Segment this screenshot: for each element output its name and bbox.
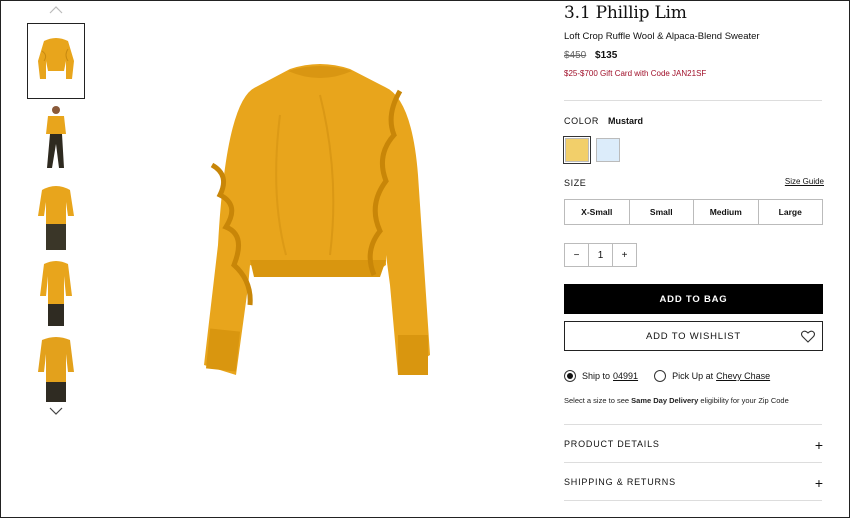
product-main-image[interactable] bbox=[190, 55, 450, 385]
thumbnail-3[interactable] bbox=[28, 180, 84, 250]
plus-icon[interactable]: + bbox=[815, 475, 823, 491]
size-selector: X-Small Small Medium Large bbox=[564, 199, 823, 225]
size-option-large[interactable]: Large bbox=[759, 200, 823, 224]
color-label: COLOR bbox=[564, 116, 600, 126]
divider bbox=[564, 424, 822, 425]
wishlist-label: ADD TO WISHLIST bbox=[645, 330, 742, 342]
quantity-input[interactable]: 1 bbox=[588, 244, 613, 266]
color-label-row: COLOR Mustard bbox=[564, 116, 643, 126]
product-name: Loft Crop Ruffle Wool & Alpaca-Blend Swe… bbox=[564, 31, 760, 42]
size-label: SIZE bbox=[564, 178, 587, 188]
divider bbox=[564, 462, 822, 463]
product-details-accordion[interactable]: PRODUCT DETAILS + bbox=[564, 437, 823, 453]
color-swatch-light-blue[interactable] bbox=[596, 138, 620, 162]
promo-text: $25-$700 Gift Card with Code JAN21SF bbox=[564, 69, 707, 78]
selected-color: Mustard bbox=[608, 116, 644, 126]
thumbnail-4[interactable] bbox=[28, 256, 84, 326]
divider bbox=[564, 500, 822, 501]
size-option-medium[interactable]: Medium bbox=[694, 200, 759, 224]
size-option-small[interactable]: Small bbox=[630, 200, 694, 224]
sdd-suffix: eligibility for your Zip Code bbox=[700, 396, 789, 405]
thumbnail-list bbox=[27, 23, 85, 408]
color-swatch-mustard[interactable] bbox=[563, 136, 591, 164]
chevron-up-icon[interactable] bbox=[47, 4, 65, 16]
thumbnail-2[interactable] bbox=[28, 104, 84, 174]
ship-label: Ship to bbox=[582, 371, 611, 381]
size-guide-link[interactable]: Size Guide bbox=[785, 177, 824, 186]
pickup-radio[interactable] bbox=[654, 370, 667, 382]
brand-name[interactable]: 3.1 Phillip Lim bbox=[564, 3, 687, 23]
original-price: $450 bbox=[564, 50, 587, 61]
ship-zip-link[interactable]: 04991 bbox=[613, 371, 638, 381]
quantity-stepper: − 1 + bbox=[564, 243, 637, 267]
pickup-label: Pick Up at bbox=[672, 371, 714, 381]
sdd-prefix: Select a size to see bbox=[564, 396, 630, 405]
product-details-label: PRODUCT DETAILS bbox=[564, 439, 660, 449]
price-block: $450 $135 bbox=[564, 50, 617, 61]
pickup-store-link[interactable]: Chevy Chase bbox=[716, 371, 770, 381]
size-option-xsmall[interactable]: X-Small bbox=[565, 200, 630, 224]
thumbnail-1[interactable] bbox=[27, 23, 85, 99]
shipping-returns-accordion[interactable]: SHIPPING & RETURNS + bbox=[564, 475, 823, 491]
add-to-bag-button[interactable]: ADD TO BAG bbox=[564, 284, 823, 314]
sale-price: $135 bbox=[595, 50, 618, 61]
sdd-bold: Same Day Delivery bbox=[631, 396, 699, 405]
same-day-delivery-note: Select a size to see Same Day Delivery e… bbox=[564, 396, 789, 405]
ship-radio[interactable] bbox=[564, 370, 576, 382]
chevron-down-icon[interactable] bbox=[47, 405, 65, 417]
quantity-increase-button[interactable]: + bbox=[613, 244, 636, 266]
fulfillment-options: Ship to 04991 Pick Up at Chevy Chase bbox=[564, 370, 770, 382]
heart-icon[interactable] bbox=[800, 330, 816, 346]
divider bbox=[564, 100, 822, 101]
quantity-decrease-button[interactable]: − bbox=[565, 244, 588, 266]
plus-icon[interactable]: + bbox=[815, 437, 823, 453]
add-to-wishlist-button[interactable]: ADD TO WISHLIST bbox=[564, 321, 823, 351]
thumbnail-5[interactable] bbox=[28, 332, 84, 402]
shipping-returns-label: SHIPPING & RETURNS bbox=[564, 477, 676, 487]
